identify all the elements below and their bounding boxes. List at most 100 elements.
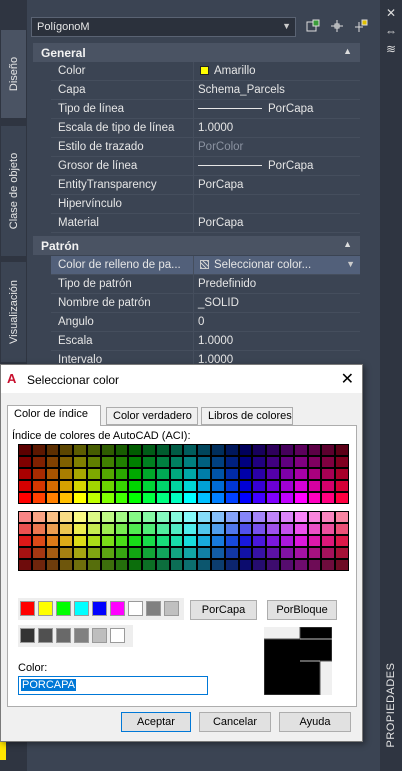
aci-color-cell[interactable] [212,524,224,534]
aci-color-cell[interactable] [198,560,211,570]
aci-color-cell[interactable] [115,481,128,491]
aci-color-cell[interactable] [115,560,128,570]
aci-color-cell[interactable] [143,457,155,467]
aci-color-cell[interactable] [225,493,238,503]
aci-color-cell[interactable] [156,445,169,455]
aci-color-cell[interactable] [281,493,293,503]
aci-color-cell[interactable] [212,560,224,570]
aci-color-cell[interactable] [239,469,252,479]
aci-color-cell[interactable] [253,469,266,479]
prop-row-color[interactable]: Color Amarillo [51,62,360,81]
aci-color-cell[interactable] [198,548,211,558]
aci-color-cell[interactable] [225,469,238,479]
aci-color-cell[interactable] [294,524,307,534]
aci-color-cell[interactable] [143,512,155,522]
tab-color-verdadero[interactable]: Color verdadero [106,407,198,425]
aci-color-cell[interactable] [239,548,252,558]
aci-color-cell[interactable] [115,469,128,479]
aci-color-cell[interactable] [46,548,59,558]
aci-color-cell[interactable] [281,524,293,534]
standard-color-swatch[interactable] [38,601,53,616]
aci-color-cell[interactable] [294,548,307,558]
autohide-icon[interactable]: ⇔ [384,24,398,38]
aci-color-cell[interactable] [308,493,321,503]
aci-color-cell[interactable] [267,469,279,479]
aci-color-cell[interactable] [32,548,45,558]
aci-color-cell[interactable] [308,481,321,491]
aci-color-cell[interactable] [101,536,114,546]
aci-color-cell[interactable] [170,560,183,570]
aci-color-cell[interactable] [32,536,45,546]
aci-color-cell[interactable] [212,457,224,467]
tab-clase-de-objeto[interactable]: Clase de objeto [1,126,26,256]
aci-color-cell[interactable] [225,548,238,558]
aci-color-cell[interactable] [115,536,128,546]
aci-color-cell[interactable] [129,445,142,455]
aci-color-cell[interactable] [281,469,293,479]
standard-color-swatch[interactable] [74,601,89,616]
select-objects-icon[interactable] [329,19,345,35]
aci-color-cell[interactable] [239,481,252,491]
gray-color-swatch[interactable] [56,628,71,643]
aci-color-cell[interactable] [115,493,128,503]
aci-color-cell[interactable] [87,512,100,522]
aci-color-cell[interactable] [281,512,293,522]
standard-color-swatch[interactable] [146,601,161,616]
aci-color-cell[interactable] [101,457,114,467]
standard-color-swatch[interactable] [110,601,125,616]
aci-color-cell[interactable] [32,512,45,522]
cancel-button[interactable]: Cancelar [199,712,271,732]
aci-color-cell[interactable] [32,493,45,503]
aci-color-cell[interactable] [129,481,142,491]
aci-color-cell[interactable] [19,548,31,558]
aci-color-cell[interactable] [322,548,335,558]
aci-color-cell[interactable] [184,493,197,503]
aci-color-cell[interactable] [294,445,307,455]
aci-color-cell[interactable] [336,524,348,534]
aci-color-cell[interactable] [32,560,45,570]
aci-color-cell[interactable] [253,445,266,455]
aci-color-cell[interactable] [308,524,321,534]
aci-color-cell[interactable] [60,548,73,558]
aci-color-cell[interactable] [281,560,293,570]
aci-color-cell[interactable] [101,560,114,570]
aci-color-cell[interactable] [170,457,183,467]
object-type-dropdown[interactable]: PolígonoM ▼ [31,17,296,37]
aci-color-cell[interactable] [225,512,238,522]
aci-color-cell[interactable] [212,445,224,455]
aci-color-cell[interactable] [184,560,197,570]
aci-color-cell[interactable] [281,457,293,467]
aci-color-cell[interactable] [74,481,86,491]
gray-color-swatch[interactable] [74,628,89,643]
aci-color-cell[interactable] [101,548,114,558]
aci-color-cell[interactable] [115,512,128,522]
ok-button[interactable]: Aceptar [121,712,191,732]
standard-color-swatch[interactable] [20,601,35,616]
aci-color-cell[interactable] [225,536,238,546]
aci-color-cell[interactable] [74,536,86,546]
aci-color-cell[interactable] [253,512,266,522]
aci-color-cell[interactable] [143,536,155,546]
toggle-pickadd-icon[interactable] [305,19,321,35]
aci-color-cell[interactable] [74,469,86,479]
aci-color-cell[interactable] [239,445,252,455]
aci-color-cell[interactable] [198,457,211,467]
aci-color-cell[interactable] [87,445,100,455]
aci-color-cell[interactable] [143,560,155,570]
aci-color-cell[interactable] [46,560,59,570]
gray-color-swatch[interactable] [92,628,107,643]
aci-color-cell[interactable] [19,493,31,503]
aci-color-cell[interactable] [308,457,321,467]
aci-color-cell[interactable] [129,548,142,558]
aci-color-cell[interactable] [198,493,211,503]
aci-color-cell[interactable] [129,512,142,522]
gray-color-swatch[interactable] [110,628,125,643]
aci-color-cell[interactable] [225,457,238,467]
aci-color-cell[interactable] [322,493,335,503]
gray-color-swatch[interactable] [38,628,53,643]
aci-color-cell[interactable] [239,536,252,546]
aci-color-cell[interactable] [253,524,266,534]
prop-row-grosor-linea[interactable]: Grosor de línea PorCapa [51,157,360,176]
aci-color-cell[interactable] [32,481,45,491]
section-patron-header[interactable]: Patrón ▲ [33,236,360,255]
